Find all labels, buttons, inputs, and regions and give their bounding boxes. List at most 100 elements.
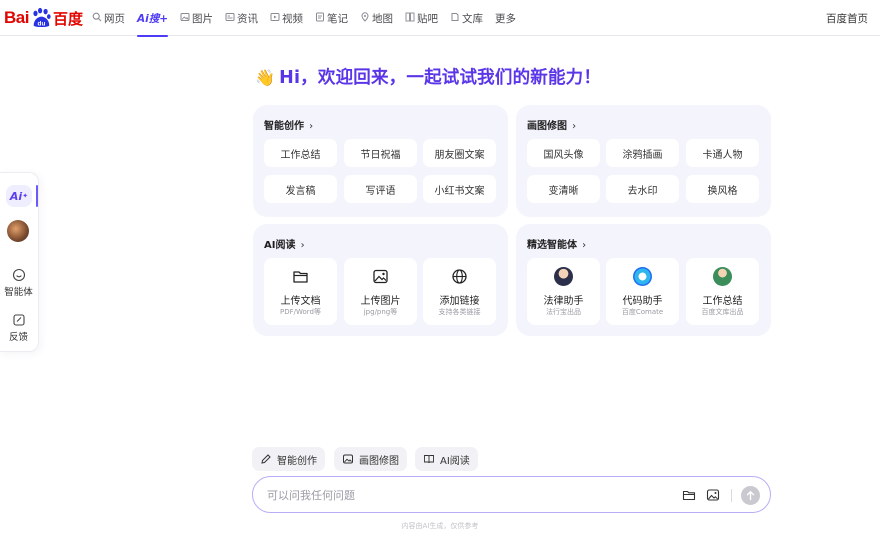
rail-ai-button[interactable]: Ai ✦ bbox=[6, 185, 32, 207]
tile-upload-image-sub: jpg/png等 bbox=[363, 308, 398, 316]
tab-web[interactable]: 网页 bbox=[92, 0, 125, 36]
folder-icon[interactable] bbox=[682, 488, 696, 502]
chip-chinese-avatar[interactable]: 国风头像 bbox=[527, 139, 600, 167]
baidu-paw-icon: du bbox=[33, 7, 51, 27]
chip-moments-copy[interactable]: 朋友圈文案 bbox=[423, 139, 496, 167]
tile-upload-document-sub: PDF/Word等 bbox=[280, 308, 321, 316]
tile-upload-image[interactable]: 上传图片 jpg/png等 bbox=[344, 258, 417, 325]
waving-hand-icon: 👋 bbox=[255, 68, 276, 87]
tab-news-label: 资讯 bbox=[237, 12, 259, 25]
picture-icon bbox=[373, 269, 388, 284]
rail-agents-label: 智能体 bbox=[4, 287, 33, 298]
welcome-text: Hi，欢迎回来，一起试试我们的新能力！ bbox=[279, 68, 602, 88]
tieba-icon bbox=[405, 12, 415, 25]
quick-smart-creation[interactable]: 智能创作 bbox=[252, 447, 325, 471]
logo-text-du: du bbox=[38, 20, 46, 27]
tile-agent-legal-sub: 法行宝出品 bbox=[546, 308, 581, 316]
legal-assistant-avatar bbox=[554, 267, 573, 286]
card-ai-reading-title[interactable]: AI阅读 › bbox=[264, 236, 305, 251]
tab-library[interactable]: 文库 bbox=[450, 0, 483, 36]
quick-ai-reading-label: AI阅读 bbox=[440, 455, 470, 467]
tile-agent-code-sub: 百度Comate bbox=[621, 308, 664, 316]
chip-write-comments[interactable]: 写评语 bbox=[344, 175, 417, 203]
tab-map-label: 地图 bbox=[372, 12, 394, 25]
tab-images[interactable]: 图片 bbox=[180, 0, 213, 36]
chip-work-summary[interactable]: 工作总结 bbox=[264, 139, 337, 167]
question-input[interactable] bbox=[267, 486, 647, 504]
agent-icon bbox=[12, 268, 25, 282]
chip-holiday-greeting[interactable]: 节日祝福 bbox=[344, 139, 417, 167]
folder-icon bbox=[293, 271, 308, 283]
tile-agent-legal[interactable]: 法律助手 法行宝出品 bbox=[527, 258, 600, 325]
tab-library-label: 文库 bbox=[462, 12, 484, 25]
tab-more-label: 更多 bbox=[495, 12, 517, 25]
top-navigation-bar: Bai du 百度 网页 Ai搜+ 图片 资讯 视频 笔记 地图 贴吧 文库 更… bbox=[0, 0, 880, 37]
tile-agent-work-summary-sub: 百度文库出品 bbox=[701, 308, 744, 316]
rail-agents-button[interactable]: 智能体 bbox=[0, 268, 37, 298]
card-image-editing-title-text: 画图修图 bbox=[527, 121, 567, 132]
tab-web-label: 网页 bbox=[104, 12, 125, 25]
chip-enhance[interactable]: 变清晰 bbox=[527, 175, 600, 203]
tab-news[interactable]: 资讯 bbox=[225, 0, 258, 36]
logo-text-bai: Bai bbox=[4, 8, 29, 27]
user-avatar[interactable] bbox=[7, 220, 29, 242]
quick-ai-reading[interactable]: AI阅读 bbox=[415, 447, 478, 471]
card-ai-reading: AI阅读 › 上传文档 PDF/Word等 上传图片 jpg/png等 添加链接… bbox=[253, 224, 508, 336]
tab-video[interactable]: 视频 bbox=[270, 0, 303, 36]
chip-change-style[interactable]: 换风格 bbox=[686, 175, 759, 203]
card-featured-agents-title[interactable]: 精选智能体 › bbox=[527, 236, 586, 251]
ai-logo-icon: Ai bbox=[9, 189, 23, 203]
chip-doodle-illustration[interactable]: 涂鸦插画 bbox=[606, 139, 679, 167]
card-image-editing: 画图修图 › 国风头像 涂鸦插画 卡通人物 变清晰 去水印 换风格 bbox=[516, 105, 771, 217]
welcome-headline: 👋 Hi，欢迎回来，一起试试我们的新能力！ bbox=[255, 64, 601, 89]
quick-image-editing[interactable]: 画图修图 bbox=[334, 447, 407, 471]
send-button[interactable] bbox=[741, 486, 760, 505]
tile-agent-code[interactable]: 代码助手 百度Comate bbox=[606, 258, 679, 325]
chevron-right-icon: › bbox=[297, 240, 305, 251]
tab-ai-search-label: Ai搜+ bbox=[137, 12, 169, 25]
tab-map[interactable]: 地图 bbox=[360, 0, 393, 36]
tile-add-link-title: 添加链接 bbox=[439, 296, 480, 307]
chip-speech-draft[interactable]: 发言稿 bbox=[264, 175, 337, 203]
baidu-logo[interactable]: Bai du 百度 bbox=[4, 5, 83, 31]
card-featured-agents-title-text: 精选智能体 bbox=[527, 240, 577, 251]
card-featured-agents: 精选智能体 › 法律助手 法行宝出品 代码助手 百度Comate 工作总结 百度… bbox=[516, 224, 771, 336]
tile-agent-code-title: 代码助手 bbox=[622, 296, 663, 307]
search-tabs: 网页 Ai搜+ 图片 资讯 视频 笔记 地图 贴吧 文库 更多 bbox=[92, 0, 528, 37]
chat-input-box bbox=[252, 476, 771, 513]
pen-icon bbox=[261, 454, 271, 464]
chip-remove-watermark[interactable]: 去水印 bbox=[606, 175, 679, 203]
book-icon bbox=[424, 455, 434, 464]
tile-agent-work-summary[interactable]: 工作总结 百度文库出品 bbox=[686, 258, 759, 325]
tab-tieba-label: 贴吧 bbox=[417, 12, 439, 25]
rail-active-indicator bbox=[36, 185, 38, 207]
logo-text-cn: 百度 bbox=[52, 9, 83, 28]
video-icon bbox=[270, 12, 280, 25]
rail-feedback-label: 反馈 bbox=[8, 332, 28, 343]
tab-tieba[interactable]: 贴吧 bbox=[405, 0, 438, 36]
tile-add-link[interactable]: 添加链接 支持各类链接 bbox=[423, 258, 496, 325]
card-smart-creation-title[interactable]: 智能创作 › bbox=[264, 117, 313, 132]
tab-ai-search[interactable]: Ai搜+ bbox=[137, 0, 169, 37]
card-image-editing-title[interactable]: 画图修图 › bbox=[527, 117, 576, 132]
tile-upload-document[interactable]: 上传文档 PDF/Word等 bbox=[264, 258, 337, 325]
chip-cartoon-character[interactable]: 卡通人物 bbox=[686, 139, 759, 167]
picture-icon[interactable] bbox=[706, 488, 720, 502]
chevron-right-icon: › bbox=[579, 240, 587, 251]
baidu-home-link[interactable]: 百度首页 bbox=[826, 11, 868, 26]
chip-xiaohongshu-copy[interactable]: 小红书文案 bbox=[423, 175, 496, 203]
rail-feedback-button[interactable]: 反馈 bbox=[0, 313, 37, 343]
tab-notes[interactable]: 笔记 bbox=[315, 0, 348, 36]
search-icon bbox=[92, 12, 102, 25]
card-ai-reading-title-text: AI阅读 bbox=[264, 240, 296, 251]
card-smart-creation-title-text: 智能创作 bbox=[264, 121, 304, 132]
map-icon bbox=[360, 11, 370, 25]
card-smart-creation: 智能创作 › 工作总结 节日祝福 朋友圈文案 发言稿 写评语 小红书文案 bbox=[253, 105, 508, 217]
image-icon bbox=[180, 12, 190, 25]
tab-more[interactable]: 更多 bbox=[495, 0, 516, 36]
ai-disclaimer: 内容由AI生成，仅供参考 bbox=[401, 522, 479, 530]
tab-images-label: 图片 bbox=[192, 12, 214, 25]
left-sidebar: Ai ✦ 智能体 反馈 bbox=[0, 172, 39, 352]
tile-upload-document-title: 上传文档 bbox=[280, 296, 321, 307]
note-icon bbox=[315, 12, 325, 25]
